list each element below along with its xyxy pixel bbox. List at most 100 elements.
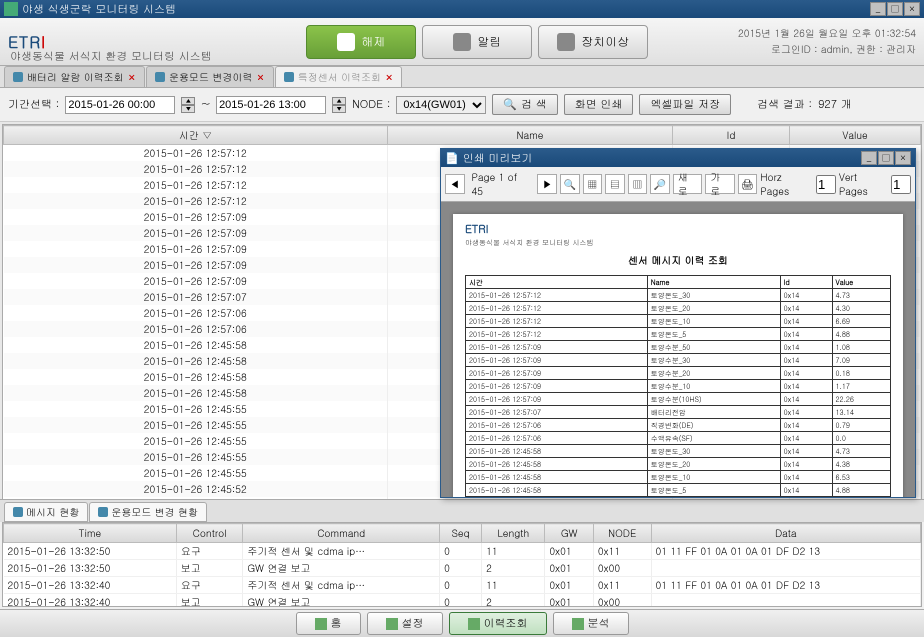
settings-button[interactable]: 설정 bbox=[367, 612, 443, 635]
column-header[interactable]: Id bbox=[672, 126, 789, 145]
table-row[interactable]: 2015-01-26 12:57:07배터리전압0x1413.14 bbox=[466, 406, 891, 419]
print-icon-button[interactable]: 🖨 bbox=[738, 174, 758, 194]
table-row[interactable]: 2015-01-26 12:57:06수액유속(SF)0x140.0 bbox=[466, 432, 891, 445]
table-row[interactable]: 2015-01-26 12:57:12토양온도_100x146.69 bbox=[466, 315, 891, 328]
preview-max-button[interactable]: □ bbox=[878, 151, 894, 165]
horz-label: Horz Pages bbox=[760, 170, 813, 198]
table-row[interactable]: 2015-01-26 13:32:50요구주기적 센서 및 cdma ip…01… bbox=[4, 543, 921, 560]
column-header[interactable]: Length bbox=[482, 524, 545, 543]
table-row[interactable]: 2015-01-26 12:57:09토양수분_100x141.17 bbox=[466, 380, 891, 393]
device-button[interactable]: 장치이상 bbox=[538, 25, 648, 59]
column-header[interactable]: Id bbox=[780, 276, 832, 289]
table-row[interactable]: 2015-01-26 12:57:12토양온도_200x144.30 bbox=[466, 302, 891, 315]
history-button[interactable]: 이력조회 bbox=[449, 612, 547, 635]
tab-close-icon[interactable]: × bbox=[128, 70, 136, 84]
next-page-button[interactable]: ▶ bbox=[537, 174, 557, 194]
window-title: 야생 식생군락 모니터링 시스템 bbox=[22, 2, 176, 17]
table-row[interactable]: 2015-01-26 12:45:55토양수분_500x141.00 bbox=[466, 497, 891, 498]
home-button[interactable]: 홈 bbox=[296, 612, 361, 635]
maximize-button[interactable]: □ bbox=[887, 2, 903, 16]
minimize-button[interactable]: _ bbox=[870, 2, 886, 16]
preview-title: 인쇄 미리보기 bbox=[463, 151, 533, 166]
node-label: NODE : bbox=[352, 97, 390, 112]
column-header[interactable]: Command bbox=[243, 524, 440, 543]
table-row[interactable]: 2015-01-26 12:45:58토양온도_200x144.38 bbox=[466, 458, 891, 471]
table-row[interactable]: 2015-01-26 12:57:06직경변화(DE)0x140.79 bbox=[466, 419, 891, 432]
column-header[interactable]: NODE bbox=[593, 524, 651, 543]
vert-pages-input[interactable] bbox=[891, 175, 911, 194]
node-select[interactable]: 0x14(GW01) bbox=[396, 96, 486, 114]
close-preview-button[interactable]: 가로 bbox=[705, 174, 734, 194]
header: ETRI 야생동식물 서식지 환경 모니터링 시스템 해제 알림 장치이상 20… bbox=[0, 18, 924, 66]
table-row[interactable]: 2015-01-26 12:57:12토양온도_300x144.73 bbox=[466, 289, 891, 302]
tab-icon bbox=[13, 72, 23, 82]
column-header[interactable]: Data bbox=[651, 524, 921, 543]
column-header[interactable]: Value bbox=[832, 276, 890, 289]
zoom-out-button[interactable]: 🔍 bbox=[560, 174, 580, 194]
device-icon bbox=[557, 33, 575, 51]
column-header[interactable]: 시간 bbox=[466, 276, 648, 289]
bottom-tab-mode[interactable]: 운용모드 변경 현황 bbox=[89, 502, 207, 522]
alarm-button[interactable]: 알림 bbox=[422, 25, 532, 59]
bottom-tab-messages[interactable]: 메시지 현황 bbox=[4, 502, 88, 522]
preview-icon: 📄 bbox=[445, 151, 459, 166]
paper-title: 센서 메시지 이력 조회 bbox=[465, 253, 891, 267]
table-row[interactable]: 2015-01-26 12:45:58토양온도_300x144.73 bbox=[466, 445, 891, 458]
close-button[interactable]: × bbox=[904, 2, 920, 16]
tab-close-icon[interactable]: × bbox=[256, 70, 264, 84]
grid-button[interactable]: ▦ bbox=[583, 174, 603, 194]
layout1-button[interactable]: ▤ bbox=[605, 174, 625, 194]
chart-icon bbox=[572, 618, 584, 630]
column-header[interactable]: 시간 ▽ bbox=[4, 126, 388, 145]
login-info: 로그인ID : admin, 권한 : 관리자 bbox=[738, 42, 916, 56]
prev-page-button[interactable]: ◀ bbox=[445, 174, 465, 194]
print-button[interactable]: 화면 인쇄 bbox=[564, 94, 634, 115]
tab-mode-history[interactable]: 운용모드 변경이력× bbox=[146, 66, 274, 87]
preview-close-button[interactable]: × bbox=[895, 151, 911, 165]
date-from-input[interactable] bbox=[65, 96, 175, 114]
app-icon bbox=[4, 2, 18, 16]
table-row[interactable]: 2015-01-26 12:45:58토양온도_50x144.88 bbox=[466, 484, 891, 497]
column-header[interactable]: Name bbox=[647, 276, 780, 289]
table-row[interactable]: 2015-01-26 12:45:58토양온도_100x146.53 bbox=[466, 471, 891, 484]
spin-down[interactable]: ▼ bbox=[332, 105, 346, 113]
table-row[interactable]: 2015-01-26 13:32:40요구주기적 센서 및 cdma ip…01… bbox=[4, 577, 921, 594]
bottom-grid-wrap[interactable]: TimeControlCommandSeqLengthGWNODEData 20… bbox=[2, 522, 922, 607]
app-subtitle: 야생동식물 서식지 환경 모니터링 시스템 bbox=[10, 49, 212, 64]
column-header[interactable]: Control bbox=[176, 524, 243, 543]
tab-icon bbox=[13, 507, 23, 517]
table-row[interactable]: 2015-01-26 12:57:09토양수분_200x140.18 bbox=[466, 367, 891, 380]
titlebar: 야생 식생군락 모니터링 시스템 _ □ × bbox=[0, 0, 924, 18]
column-header[interactable]: Value bbox=[790, 126, 921, 145]
layout2-button[interactable]: ▥ bbox=[628, 174, 648, 194]
analysis-button[interactable]: 분석 bbox=[553, 612, 629, 635]
tab-close-icon[interactable]: × bbox=[385, 70, 393, 84]
table-row[interactable]: 2015-01-26 12:57:09토양수분_500x141.08 bbox=[466, 341, 891, 354]
column-header[interactable]: Seq bbox=[440, 524, 482, 543]
table-row[interactable]: 2015-01-26 13:32:40보고GW 연결 보고020x010x00 bbox=[4, 594, 921, 608]
tab-sensor-history[interactable]: 특정센서 이력조회× bbox=[275, 66, 403, 87]
horz-pages-input[interactable] bbox=[816, 175, 836, 194]
zoom-in-button[interactable]: 🔎 bbox=[650, 174, 670, 194]
print-preview-window: 📄 인쇄 미리보기 _ □ × ◀ Page 1 of 45 ▶ 🔍 ▦ ▤ ▥… bbox=[440, 148, 916, 498]
tab-battery-alarm[interactable]: 배터리 알람 이력조회× bbox=[4, 66, 145, 87]
search-button[interactable]: 🔍 검 색 bbox=[492, 94, 557, 115]
release-button[interactable]: 해제 bbox=[306, 25, 416, 59]
excel-button[interactable]: 엑셀파일 저장 bbox=[639, 94, 731, 115]
date-to-input[interactable] bbox=[216, 96, 326, 114]
refresh-button[interactable]: 새로 bbox=[673, 174, 702, 194]
spin-down[interactable]: ▼ bbox=[181, 105, 195, 113]
bottom-grid: TimeControlCommandSeqLengthGWNODEData 20… bbox=[3, 523, 921, 607]
result-count: 927 개 bbox=[818, 97, 852, 112]
preview-body[interactable]: ETRI 야생동식물 서식지 환경 모니터링 시스템 센서 메시지 이력 조회 … bbox=[441, 202, 915, 497]
column-header[interactable]: Time bbox=[4, 524, 177, 543]
column-header[interactable]: Name bbox=[388, 126, 673, 145]
table-row[interactable]: 2015-01-26 13:32:50보고GW 연결 보고020x010x00 bbox=[4, 560, 921, 577]
table-row[interactable]: 2015-01-26 12:57:12토양온도_50x144.88 bbox=[466, 328, 891, 341]
gear-icon bbox=[386, 618, 398, 630]
preview-titlebar: 📄 인쇄 미리보기 _ □ × bbox=[441, 149, 915, 167]
preview-min-button[interactable]: _ bbox=[861, 151, 877, 165]
column-header[interactable]: GW bbox=[545, 524, 593, 543]
table-row[interactable]: 2015-01-26 12:57:09토양수분(10HS)0x1422.26 bbox=[466, 393, 891, 406]
table-row[interactable]: 2015-01-26 12:57:09토양수분_300x147.09 bbox=[466, 354, 891, 367]
